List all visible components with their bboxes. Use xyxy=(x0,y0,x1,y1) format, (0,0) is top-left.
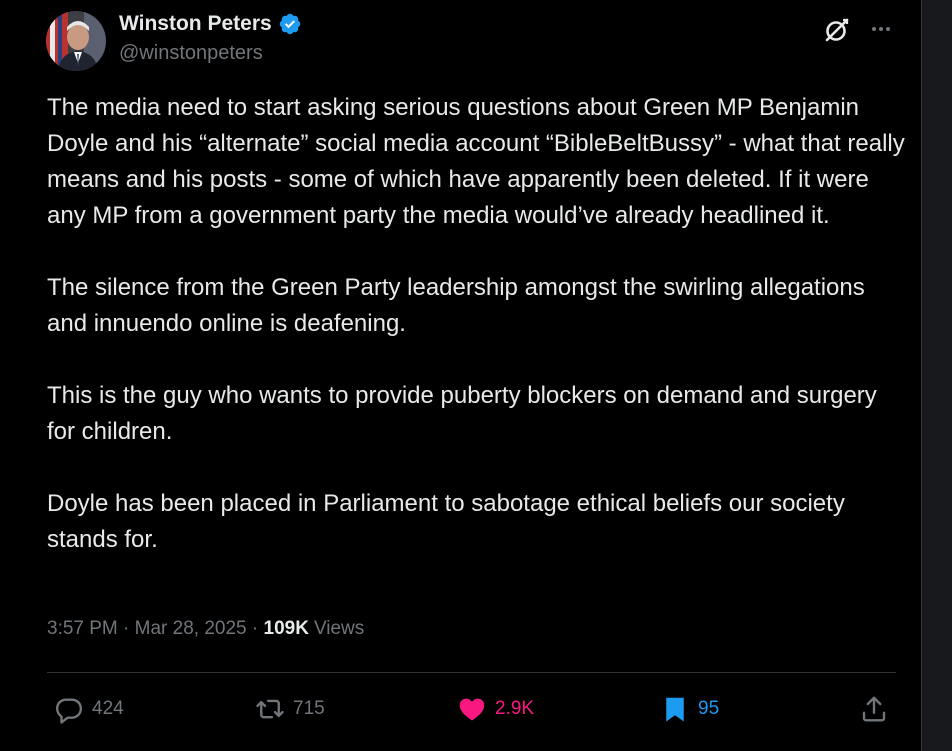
tweet-time[interactable]: 3:57 PM xyxy=(47,618,118,640)
reply-icon xyxy=(55,698,83,724)
views-label[interactable]: Views xyxy=(314,618,364,640)
tweet-text: The media need to start asking serious q… xyxy=(47,90,907,594)
tweet-paragraph: The media need to start asking serious q… xyxy=(47,94,905,229)
bookmark-button[interactable]: 95 xyxy=(660,686,719,732)
action-bar: 424 715 2.9K 95 xyxy=(47,686,896,732)
tweet-paragraph: The silence from the Green Party leaders… xyxy=(47,274,865,337)
tweet-meta: 3:57 PM · Mar 28, 2025 · 109K Views xyxy=(47,618,364,640)
tweet-paragraph: This is the guy who wants to provide pub… xyxy=(47,382,877,445)
repost-icon xyxy=(256,699,284,719)
share-button[interactable] xyxy=(859,686,889,732)
views-count[interactable]: 109K xyxy=(264,618,309,640)
author-handle[interactable]: @winstonpeters xyxy=(119,42,263,65)
repost-count: 715 xyxy=(293,698,325,719)
grok-icon[interactable] xyxy=(822,15,852,45)
scrollbar-track[interactable] xyxy=(921,0,952,751)
share-icon xyxy=(862,696,886,722)
meta-separator: · xyxy=(117,618,135,639)
like-count: 2.9K xyxy=(495,698,535,719)
reply-count: 424 xyxy=(92,698,124,719)
avatar[interactable] xyxy=(46,11,106,71)
avatar-image xyxy=(46,11,106,71)
tweet-card: Winston Peters @winstonpeters The media … xyxy=(0,0,921,751)
heart-icon xyxy=(459,698,485,721)
bookmark-count: 95 xyxy=(698,698,720,719)
repost-button[interactable]: 715 xyxy=(255,686,325,732)
author-name[interactable]: Winston Peters xyxy=(119,12,272,36)
like-button[interactable]: 2.9K xyxy=(457,686,534,732)
reply-button[interactable]: 424 xyxy=(54,686,124,732)
tweet-date[interactable]: Mar 28, 2025 xyxy=(135,618,247,640)
tweet-paragraph: Doyle has been placed in Parliament to s… xyxy=(47,490,845,553)
bookmark-icon xyxy=(666,697,684,722)
author-name-row[interactable]: Winston Peters xyxy=(119,11,302,37)
more-icon[interactable] xyxy=(866,18,896,40)
verified-badge-icon[interactable] xyxy=(278,12,302,36)
meta-separator: · xyxy=(246,618,264,639)
divider xyxy=(47,672,896,673)
